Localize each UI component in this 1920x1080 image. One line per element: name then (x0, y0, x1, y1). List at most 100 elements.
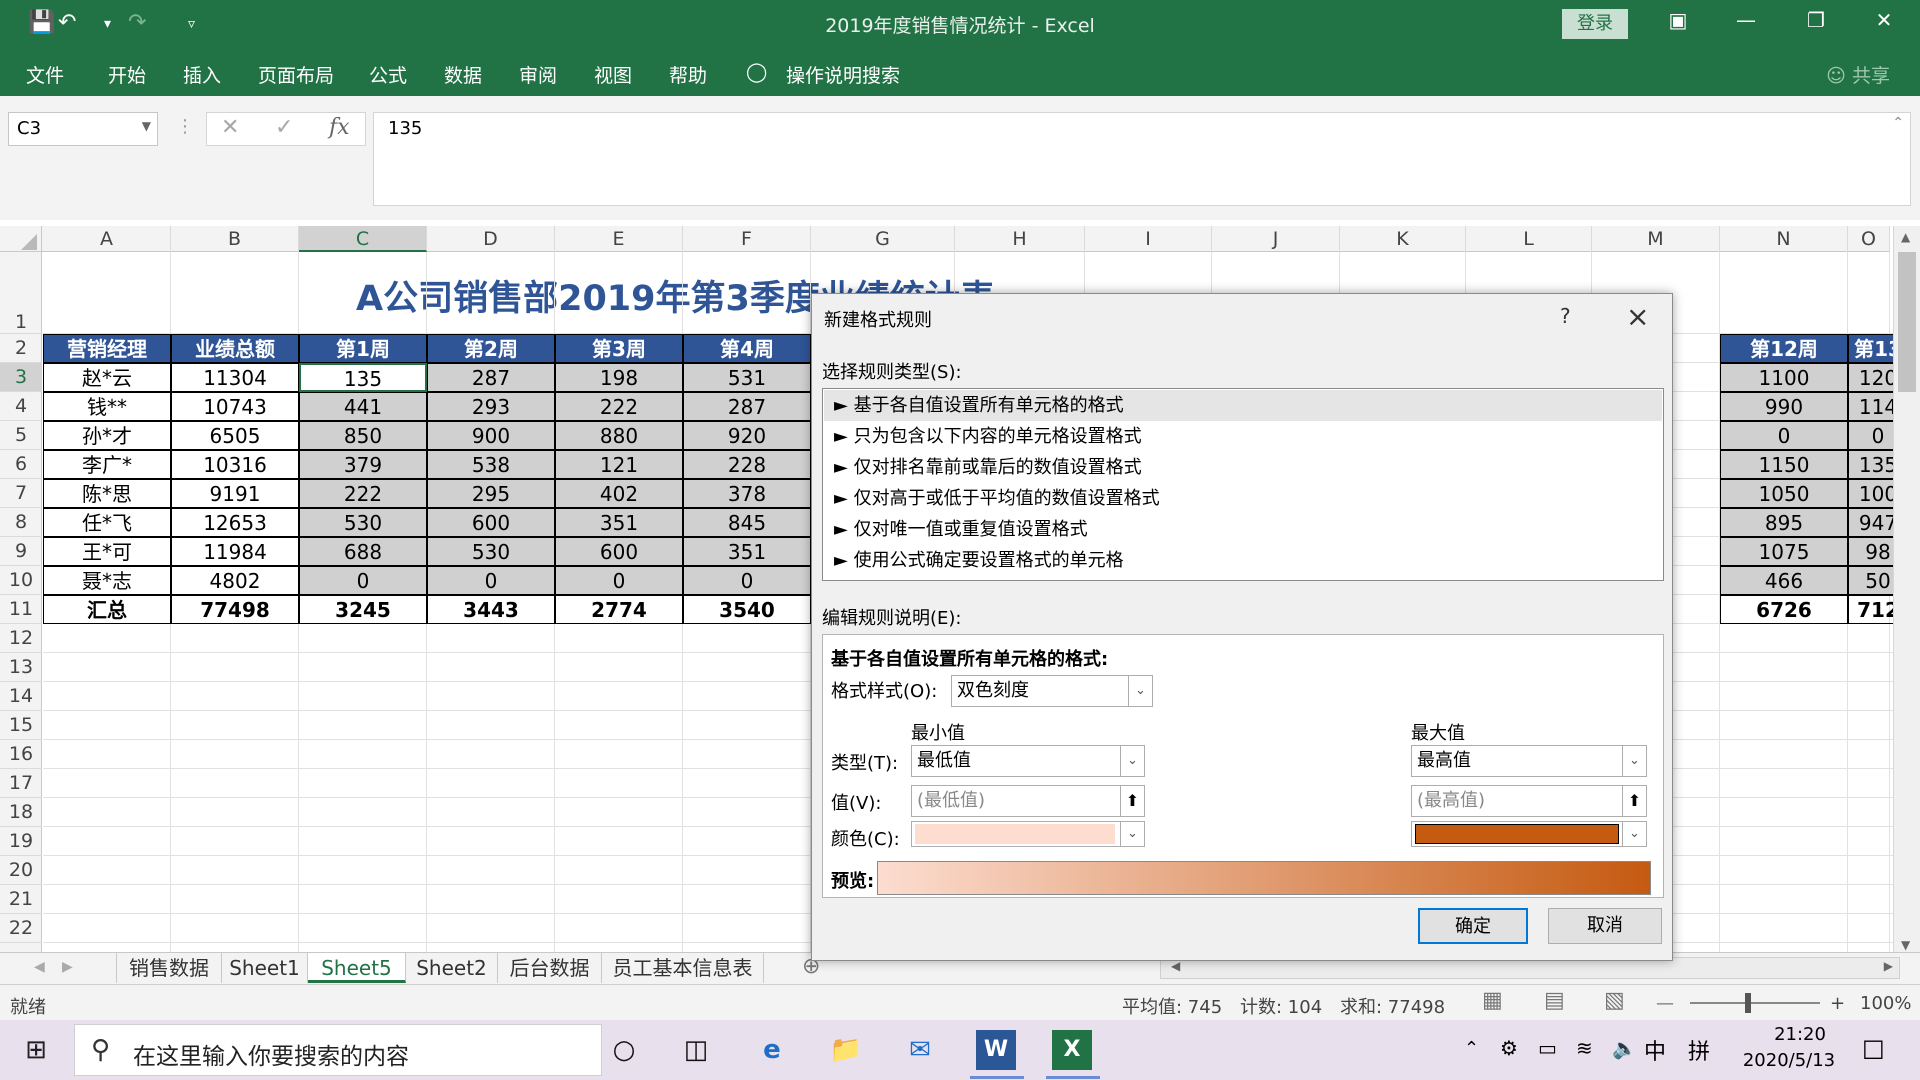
column-header[interactable]: B (171, 226, 299, 252)
table-cell[interactable]: 4802 (171, 566, 299, 595)
minimize-icon[interactable]: — (1726, 8, 1766, 32)
table-cell[interactable]: 第13 (1848, 334, 1893, 363)
table-cell[interactable]: 530 (299, 508, 427, 537)
table-cell[interactable]: 895 (1720, 508, 1848, 537)
column-header[interactable]: J (1212, 226, 1340, 252)
sheet-tab-sales-data[interactable]: 销售数据 (116, 953, 222, 983)
show-hidden-icons[interactable]: ⌃ (1464, 1038, 1479, 1059)
enter-icon[interactable]: ✓ (275, 115, 293, 140)
chevron-down-icon[interactable]: ⌄ (1622, 746, 1646, 776)
table-cell[interactable]: 9191 (171, 479, 299, 508)
chevron-down-icon[interactable]: ⌄ (1120, 822, 1144, 846)
table-cell[interactable]: 77498 (171, 595, 299, 624)
ime-language[interactable]: 中 (1644, 1034, 1666, 1066)
insert-function-icon[interactable]: fx (329, 115, 350, 140)
column-header[interactable]: F (683, 226, 811, 252)
column-header[interactable]: I (1085, 226, 1212, 252)
collapse-dialog-icon[interactable]: ⬆ (1120, 786, 1144, 816)
windows-start-icon[interactable]: ⊞ (16, 1030, 56, 1070)
table-cell[interactable]: 第1周 (299, 334, 427, 363)
battery-icon[interactable]: ▭ (1538, 1036, 1557, 1060)
word-icon[interactable]: W (976, 1030, 1016, 1070)
table-cell[interactable]: 第4周 (683, 334, 811, 363)
taskbar-search[interactable]: ⚲ 在这里输入你要搜索的内容 (74, 1024, 602, 1076)
row-header[interactable]: 17 (0, 769, 42, 798)
rule-type-item[interactable]: ► 只为包含以下内容的单元格设置格式 (824, 421, 1662, 452)
rule-type-list[interactable]: ► 基于各自值设置所有单元格的格式 ► 只为包含以下内容的单元格设置格式 ► 仅… (822, 388, 1664, 581)
tab-data[interactable]: 数据 (444, 61, 482, 88)
table-cell[interactable]: 120 (1848, 363, 1893, 392)
table-cell[interactable]: 351 (683, 537, 811, 566)
table-cell[interactable]: 第2周 (427, 334, 555, 363)
share-button[interactable]: ☺ 共享 (1826, 61, 1890, 88)
table-cell[interactable]: 0 (683, 566, 811, 595)
table-cell[interactable]: 2774 (555, 595, 683, 624)
row-header[interactable]: 12 (0, 624, 42, 653)
cancel-button[interactable]: 取消 (1548, 908, 1662, 944)
cancel-icon[interactable]: ✕ (221, 115, 239, 140)
zoom-slider[interactable] (1690, 1002, 1820, 1004)
chevron-down-icon[interactable]: ▼ (142, 119, 151, 133)
table-cell[interactable]: 198 (555, 363, 683, 392)
cortana-icon[interactable]: ○ (604, 1030, 644, 1070)
table-cell[interactable]: 293 (427, 392, 555, 421)
table-cell[interactable]: 营销经理 (43, 334, 171, 363)
max-color-picker[interactable]: ⌄ (1411, 821, 1647, 847)
zoom-level[interactable]: 100% (1860, 993, 1911, 1014)
table-cell[interactable]: 第3周 (555, 334, 683, 363)
close-icon[interactable]: × (1626, 300, 1649, 333)
ribbon-display-options-icon[interactable]: ▣ (1658, 8, 1698, 32)
table-cell[interactable]: 任*飞 (43, 508, 171, 537)
table-cell[interactable]: 聂*志 (43, 566, 171, 595)
clock-date[interactable]: 2020/5/13 (1734, 1050, 1844, 1071)
tray-app-icon[interactable]: ⚙ (1500, 1036, 1518, 1060)
table-cell[interactable]: 920 (683, 421, 811, 450)
table-cell[interactable]: 531 (683, 363, 811, 392)
min-value-input[interactable]: (最低值) ⬆ (911, 785, 1145, 817)
table-cell[interactable]: 287 (683, 392, 811, 421)
ok-button[interactable]: 确定 (1418, 908, 1528, 944)
table-cell[interactable]: 600 (427, 508, 555, 537)
table-cell[interactable]: 陈*思 (43, 479, 171, 508)
zoom-slider-thumb[interactable] (1745, 993, 1751, 1013)
sheet-tab-sheet1[interactable]: Sheet1 (222, 953, 308, 983)
table-cell[interactable]: 228 (683, 450, 811, 479)
expand-formula-bar-icon[interactable]: ⌃ (1892, 115, 1904, 131)
table-cell[interactable]: 钱** (43, 392, 171, 421)
restore-icon[interactable]: ❐ (1796, 8, 1836, 32)
table-cell[interactable]: 402 (555, 479, 683, 508)
chevron-down-icon[interactable]: ⌄ (1120, 746, 1144, 776)
column-header[interactable]: A (43, 226, 171, 252)
table-cell[interactable]: 12653 (171, 508, 299, 537)
login-button[interactable]: 登录 (1562, 9, 1628, 39)
scroll-up-icon[interactable]: ▲ (1901, 230, 1910, 244)
table-cell[interactable]: 0 (555, 566, 683, 595)
table-cell[interactable]: 王*可 (43, 537, 171, 566)
table-cell[interactable]: 287 (427, 363, 555, 392)
scroll-down-icon[interactable]: ▼ (1901, 938, 1910, 952)
column-header[interactable]: N (1720, 226, 1848, 252)
table-cell[interactable]: 10316 (171, 450, 299, 479)
row-header[interactable]: 16 (0, 740, 42, 769)
sheet-tab-sheet5[interactable]: Sheet5 (308, 953, 406, 983)
row-header[interactable]: 8 (0, 508, 42, 537)
min-color-picker[interactable]: ⌄ (911, 821, 1145, 847)
help-button[interactable]: ? (1560, 304, 1571, 328)
zoom-out-icon[interactable]: — (1656, 993, 1674, 1014)
row-header[interactable]: 20 (0, 856, 42, 885)
sheet-tab-sheet2[interactable]: Sheet2 (406, 953, 498, 983)
table-cell[interactable]: 530 (427, 537, 555, 566)
row-header[interactable]: 2 (0, 334, 42, 363)
table-cell[interactable]: 0 (427, 566, 555, 595)
table-cell[interactable]: 378 (683, 479, 811, 508)
row-header[interactable]: 4 (0, 392, 42, 421)
table-cell[interactable]: 600 (555, 537, 683, 566)
select-all-corner[interactable] (0, 226, 42, 252)
tab-file[interactable]: 文件 (26, 61, 64, 88)
scroll-left-icon[interactable]: ◀ (1171, 959, 1180, 973)
formula-input[interactable]: 135 ⌃ (373, 112, 1911, 206)
row-header[interactable]: 7 (0, 479, 42, 508)
rule-type-item[interactable]: ► 仅对高于或低于平均值的数值设置格式 (824, 483, 1662, 514)
table-cell[interactable]: 880 (555, 421, 683, 450)
table-cell[interactable]: 0 (299, 566, 427, 595)
